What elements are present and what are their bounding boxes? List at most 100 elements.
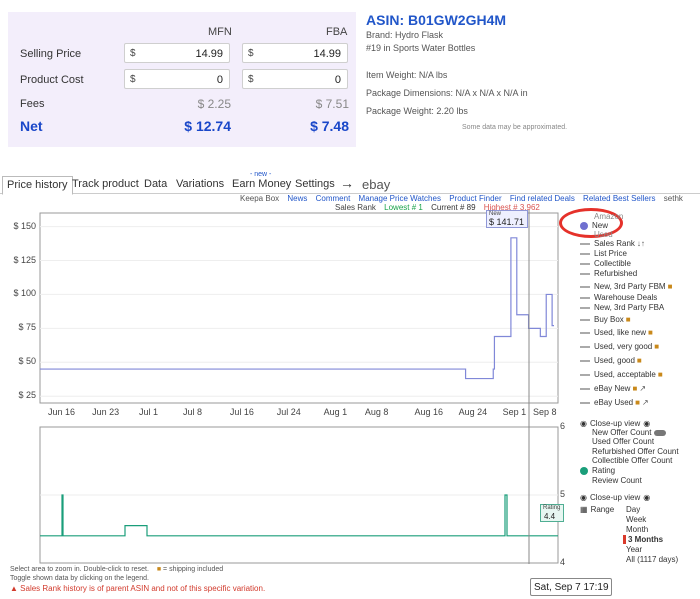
legend-used-like-new-label: Used, like new xyxy=(594,328,647,337)
x-tick-label: Aug 8 xyxy=(364,407,389,417)
brand-text: Brand: Hydro Flask xyxy=(366,30,444,40)
legend-new-3p-fbm-label: New, 3rd Party FBM xyxy=(594,282,666,291)
line-swatch-icon xyxy=(580,285,590,288)
rank-text: #19 in Sports Water Bottles xyxy=(366,43,476,53)
tab-price-history[interactable]: Price history xyxy=(2,176,73,195)
y-tick-label: $ 125 xyxy=(13,254,36,265)
magnifier-icon: ◉ xyxy=(580,419,587,428)
legend-warehouse[interactable]: Warehouse Deals xyxy=(580,293,657,302)
range-day[interactable]: Day xyxy=(626,505,640,514)
legend-collectible-label: Collectible xyxy=(594,259,631,268)
legend-new-offer-count[interactable]: New Offer Count xyxy=(592,428,667,437)
legend-review-count[interactable]: Review Count xyxy=(592,476,642,485)
related-best-sellers-link[interactable]: Related Best Sellers xyxy=(583,194,655,203)
x-tick-label: Aug 1 xyxy=(323,407,348,417)
tab-data[interactable]: Data xyxy=(144,178,167,190)
product-cost-fba-input[interactable]: $ 0 xyxy=(242,69,348,89)
toggle-switch[interactable] xyxy=(654,429,667,436)
tab-variations[interactable]: Variations xyxy=(176,178,224,190)
net-label: Net xyxy=(20,118,43,134)
ebay-link[interactable]: ebay xyxy=(362,177,390,192)
legend-warehouse-label: Warehouse Deals xyxy=(594,293,658,302)
legend-new-3p-fba[interactable]: New, 3rd Party FBA xyxy=(580,303,664,312)
selling-price-mfn-input[interactable]: $ 14.99 xyxy=(124,43,230,63)
line-swatch-icon xyxy=(580,306,590,309)
legend-list-price[interactable]: List Price xyxy=(580,249,627,258)
tooltip-value: $ 141.71 xyxy=(489,217,525,227)
price-history-chart[interactable] xyxy=(0,210,570,425)
keepa-box-link[interactable]: Keepa Box xyxy=(240,194,279,203)
x-tick-label: Jul 1 xyxy=(138,407,158,417)
legend-used-very-good[interactable]: Used, very good ■ xyxy=(580,342,659,351)
net-fba-value: $ 7.48 xyxy=(310,118,349,134)
closeup-view-toggle-2[interactable]: ◉ Close-up view ◉ xyxy=(580,493,650,502)
y-tick-label: $ 150 xyxy=(13,220,36,231)
news-link[interactable]: News xyxy=(287,194,307,203)
fees-label: Fees xyxy=(20,98,45,110)
product-cost-mfn-value: 0 xyxy=(216,74,223,86)
eye-icon: ◉ xyxy=(643,419,651,428)
sales-rank-warning-text: Sales Rank history is of parent ASIN and… xyxy=(20,584,266,593)
legend-sales-rank-label: Sales Rank xyxy=(594,239,635,248)
legend-new-3p-fbm[interactable]: New, 3rd Party FBM ■ xyxy=(580,282,672,291)
asin-title: ASIN: B01GW2GH4M xyxy=(366,12,507,28)
product-cost-fba-value: 0 xyxy=(334,74,341,86)
product-cost-mfn-input[interactable]: $ 0 xyxy=(124,69,230,89)
legend-used[interactable]: Used xyxy=(594,230,613,239)
legend-buy-box[interactable]: Buy Box ■ xyxy=(580,315,631,324)
external-link-icon[interactable]: ↗ xyxy=(639,384,646,393)
selling-price-fba-value: 14.99 xyxy=(313,48,341,60)
tab-settings[interactable]: Settings xyxy=(295,178,335,190)
selling-price-fba-input[interactable]: $ 14.99 xyxy=(242,43,348,63)
rating-chart[interactable] xyxy=(0,424,570,564)
shipping-hint-text: = shipping included xyxy=(163,566,224,573)
zoom-hint: Select area to zoom in. Double-click to … xyxy=(10,566,223,573)
closeup-view-toggle[interactable]: ◉ Close-up view ◉ xyxy=(580,419,650,428)
fees-mfn-value: $ 2.25 xyxy=(197,97,231,111)
y-tick-label: $ 100 xyxy=(13,288,36,299)
legend-amazon[interactable]: Amazon xyxy=(594,212,623,221)
user-link[interactable]: sethk xyxy=(664,194,683,203)
legend-refurb-offer-count[interactable]: Refurbished Offer Count xyxy=(592,447,679,456)
legend-used-like-new[interactable]: Used, like new ■ xyxy=(580,328,653,337)
range-all[interactable]: All (1117 days) xyxy=(626,555,678,564)
range-year[interactable]: Year xyxy=(626,545,642,554)
external-link-icon[interactable]: ↗ xyxy=(642,398,649,407)
legend-refurbished[interactable]: Refurbished xyxy=(580,269,637,278)
range-week[interactable]: Week xyxy=(626,515,646,524)
y-tick-label: $ 25 xyxy=(18,390,36,401)
tab-track-product[interactable]: Track product xyxy=(72,178,139,190)
shipping-truck-icon: ■ xyxy=(636,356,642,365)
range-3-months[interactable]: 3 Months xyxy=(623,535,663,544)
range-month[interactable]: Month xyxy=(626,525,648,534)
item-weight-text: Item Weight: N/A lbs xyxy=(366,70,448,80)
line-swatch-icon xyxy=(580,387,590,390)
x-tick-label: Jun 16 xyxy=(48,407,76,417)
legend-list-price-label: List Price xyxy=(594,249,627,258)
legend-new[interactable]: New xyxy=(580,221,608,230)
new-price-tooltip: New $ 141.71 xyxy=(486,210,528,228)
legend-ebay-used-label: eBay Used xyxy=(594,398,634,407)
line-swatch-icon xyxy=(580,359,590,362)
find-related-deals-link[interactable]: Find related Deals xyxy=(510,194,575,203)
legend-used-offer-count[interactable]: Used Offer Count xyxy=(592,437,654,446)
comment-link[interactable]: Comment xyxy=(316,194,351,203)
product-finder-link[interactable]: Product Finder xyxy=(449,194,501,203)
legend-collectible[interactable]: Collectible xyxy=(580,259,631,268)
tab-earn-money[interactable]: Earn Money xyxy=(232,178,291,190)
fees-fba-value: $ 7.51 xyxy=(315,97,349,111)
range-label-text: Range xyxy=(590,505,615,514)
closeup-view-label: Close-up view xyxy=(589,493,641,502)
legend-rating[interactable]: Rating xyxy=(580,466,615,475)
legend-used-good[interactable]: Used, good ■ xyxy=(580,356,642,365)
manage-price-watches-link[interactable]: Manage Price Watches xyxy=(359,194,441,203)
x-tick-label: Jul 8 xyxy=(183,407,203,417)
mfn-column-header: MFN xyxy=(208,26,232,38)
legend-sales-rank[interactable]: Sales Rank ↓↑ xyxy=(580,239,645,248)
zoom-hint-text: Select area to zoom in. Double-click to … xyxy=(10,566,149,573)
legend-collectible-offer-count[interactable]: Collectible Offer Count xyxy=(592,456,672,465)
legend-ebay-used[interactable]: eBay Used ■ ↗ xyxy=(580,398,649,407)
y-tick-label: $ 50 xyxy=(18,356,36,367)
legend-used-acceptable[interactable]: Used, acceptable ■ xyxy=(580,370,663,379)
legend-ebay-new[interactable]: eBay New ■ ↗ xyxy=(580,384,646,393)
